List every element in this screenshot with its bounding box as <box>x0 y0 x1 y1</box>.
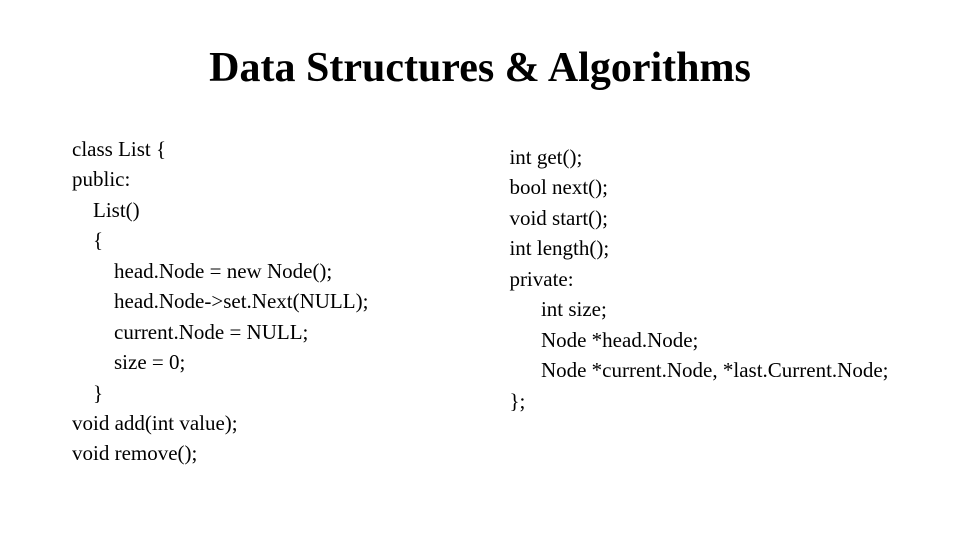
slide: Data Structures & Algorithms class List … <box>0 0 960 540</box>
code-left-column: class List { public: List() { head.Node … <box>72 134 469 469</box>
code-right-column: int get(); bool next(); void start(); in… <box>509 134 923 469</box>
page-title: Data Structures & Algorithms <box>60 44 900 92</box>
code-columns: class List { public: List() { head.Node … <box>60 134 900 469</box>
